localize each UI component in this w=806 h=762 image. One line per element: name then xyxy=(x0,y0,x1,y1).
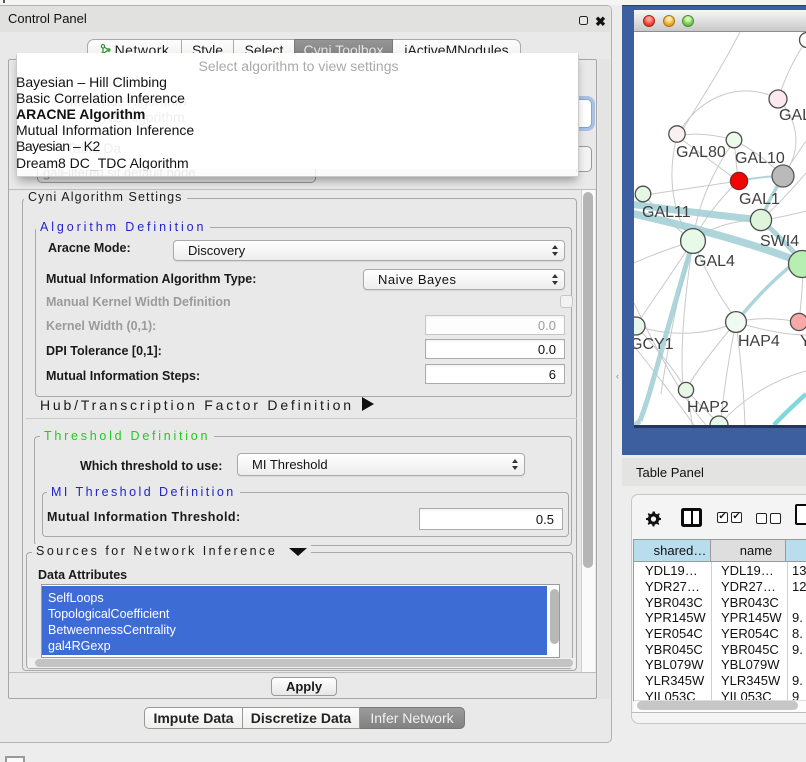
svg-text:HAP2: HAP2 xyxy=(687,399,729,416)
svg-text:GAL4: GAL4 xyxy=(694,253,735,270)
svg-text:HAP4: HAP4 xyxy=(738,333,780,350)
svg-text:GCY1: GCY1 xyxy=(634,336,674,353)
svg-text:GAL11: GAL11 xyxy=(642,204,691,221)
svg-text:GAL10: GAL10 xyxy=(735,150,785,167)
svg-text:YB: YB xyxy=(800,333,806,350)
svg-text:SWI4: SWI4 xyxy=(760,233,799,250)
svg-text:GAL1: GAL1 xyxy=(739,191,780,208)
svg-text:GAL80: GAL80 xyxy=(676,144,726,161)
svg-text:GAL2: GAL2 xyxy=(779,107,806,124)
